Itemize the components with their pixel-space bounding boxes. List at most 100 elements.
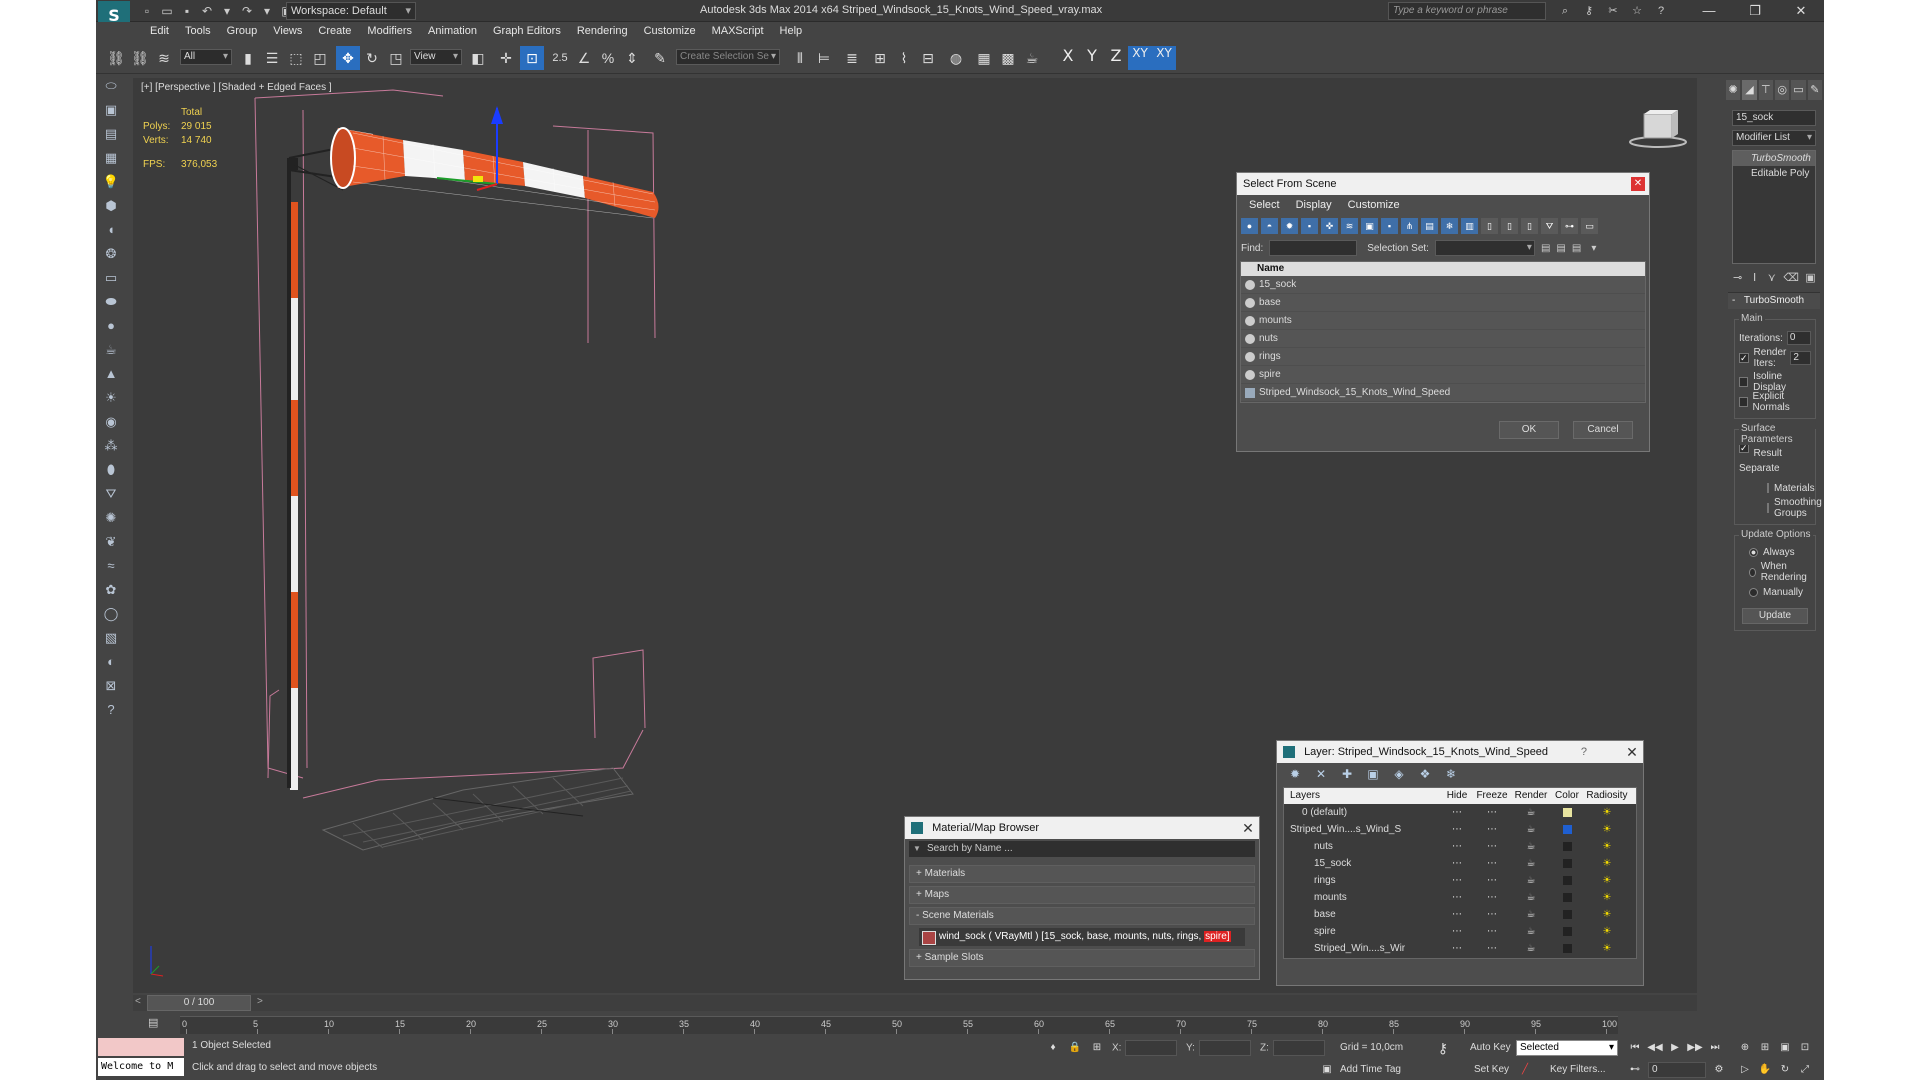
redo-icon[interactable]: ↷	[238, 2, 256, 20]
radiosity-icon[interactable]: ☀	[1584, 940, 1630, 957]
new-file-icon[interactable]: ▫	[138, 2, 156, 20]
display-none-icon[interactable]: ▯	[1501, 218, 1518, 234]
go-to-end-icon[interactable]: ⏭	[1706, 1040, 1724, 1056]
maxscript-mini-listener[interactable]: Welcome to M	[98, 1058, 184, 1076]
filter-icon[interactable]: ⛛	[1541, 218, 1558, 234]
separate-materials-checkbox[interactable]	[1767, 483, 1769, 493]
name-column-header[interactable]: Name	[1241, 262, 1645, 276]
modifier-list-dropdown[interactable]: Modifier List	[1732, 130, 1816, 146]
sel-set-edit-icon[interactable]: ▤	[1572, 243, 1581, 254]
axis-xy-cycle-button[interactable]: XY	[1152, 46, 1176, 70]
spinner-snap-icon[interactable]: ⇕	[620, 46, 644, 70]
scene-materials-section[interactable]: - Scene Materials	[909, 907, 1255, 925]
scene-list-item[interactable]: Striped_Windsock_15_Knots_Wind_Speed	[1241, 384, 1645, 402]
time-prev-icon[interactable]: <	[135, 996, 141, 1007]
camera-icon[interactable]: ⬢	[96, 194, 126, 218]
radiosity-icon[interactable]: ☀	[1584, 821, 1630, 838]
list-icon[interactable]: ▤	[96, 122, 126, 146]
display-cameras-icon[interactable]: ▪	[1301, 218, 1318, 234]
create-geometry-icon[interactable]: ⬭	[96, 74, 126, 98]
sphere-shapes-icon[interactable]: ❂	[96, 242, 126, 266]
schematic-view-icon[interactable]: ⊟	[916, 46, 940, 70]
radiosity-icon[interactable]: ☀	[1584, 906, 1630, 923]
materials-section[interactable]: + Materials	[909, 865, 1255, 883]
teapot-icon[interactable]: ☕	[1512, 889, 1550, 906]
menu-create[interactable]: Create	[310, 22, 359, 40]
radiosity-icon[interactable]: ☀	[1584, 838, 1630, 855]
layer-row[interactable]: 0 (default) ⋯ ⋯ ☕ ☀	[1284, 804, 1636, 821]
cancel-button[interactable]: Cancel	[1573, 421, 1633, 439]
time-slider[interactable]: 0 / 100	[147, 995, 251, 1011]
layer-freeze-toggle[interactable]: ⋯	[1472, 889, 1512, 906]
maximize-viewport-icon[interactable]: ⤢	[1796, 1062, 1814, 1078]
layer-freeze-toggle[interactable]: ⋯	[1472, 838, 1512, 855]
help-circle-icon[interactable]: ?	[96, 698, 126, 722]
go-to-start-icon[interactable]: ⏮	[1626, 1040, 1644, 1056]
isolate-icon[interactable]: ♦	[1044, 1040, 1062, 1056]
rendered-frame-window-icon[interactable]: ▩	[996, 46, 1020, 70]
update-button[interactable]: Update	[1742, 608, 1808, 624]
display-spacewarps-icon[interactable]: ≋	[1341, 218, 1358, 234]
help-icon[interactable]: ?	[1652, 2, 1670, 20]
layer-freeze-toggle[interactable]: ⋯	[1472, 906, 1512, 923]
col-layers[interactable]: Layers	[1284, 788, 1442, 804]
select-object-icon[interactable]: ▮	[236, 46, 260, 70]
update-when-rendering-radio[interactable]	[1749, 567, 1756, 577]
material-browser-close-icon[interactable]: ✕	[1241, 821, 1255, 835]
display-xrefs-icon[interactable]: ▪	[1381, 218, 1398, 234]
sphere-icon[interactable]: ●	[96, 314, 126, 338]
previous-frame-icon[interactable]: ◀◀	[1646, 1040, 1664, 1056]
layer-hide-toggle[interactable]: ⋯	[1442, 872, 1472, 889]
rect-selection-icon[interactable]: ⬚	[284, 46, 308, 70]
environment-icon[interactable]: ◐	[96, 650, 126, 674]
key-selection-dropdown[interactable]: Selected	[1516, 1040, 1618, 1056]
menu-help[interactable]: Help	[772, 22, 811, 40]
zoom-all-icon[interactable]: ⊞	[1756, 1040, 1774, 1056]
reference-coord-dropdown[interactable]: View	[410, 49, 462, 65]
layer-row[interactable]: Striped_Win....s_Wir ⋯ ⋯ ☕ ☀	[1284, 940, 1636, 957]
menu-tools[interactable]: Tools	[177, 22, 219, 40]
material-editor-icon[interactable]: ◍	[944, 46, 968, 70]
rollout-header[interactable]: TurboSmooth	[1728, 293, 1820, 309]
layer-hide-toggle[interactable]: ⋯	[1442, 923, 1472, 940]
create-tab-icon[interactable]: ✺	[1726, 80, 1741, 100]
select-by-name-icon[interactable]: ☰	[260, 46, 284, 70]
display-helpers-icon[interactable]: ✜	[1321, 218, 1338, 234]
display-frozen-icon[interactable]: ❄	[1441, 218, 1458, 234]
zoom-icon[interactable]: ⊕	[1736, 1040, 1754, 1056]
orbit-icon[interactable]: ↻	[1776, 1062, 1794, 1078]
percent-snap-icon[interactable]: %	[596, 46, 620, 70]
layer-color-swatch[interactable]	[1562, 892, 1572, 902]
bind-space-warp-icon[interactable]: ≋	[152, 46, 176, 70]
scene-list-item[interactable]: nuts	[1241, 330, 1645, 348]
radiosity-icon[interactable]: ☀	[1584, 804, 1630, 821]
teapot-icon[interactable]: ☕	[1512, 940, 1550, 957]
layer-help-icon[interactable]: ?	[1581, 741, 1587, 763]
material-search-input[interactable]: Search by Name ...	[909, 841, 1255, 857]
delete-layer-icon[interactable]: ✕	[1313, 766, 1329, 782]
select-from-scene-close-icon[interactable]: ✕	[1631, 177, 1645, 191]
utilities-icon[interactable]: ⊠	[96, 674, 126, 698]
menu-edit[interactable]: Edit	[142, 22, 177, 40]
mini-curve-editor-icon[interactable]: ▤	[148, 1016, 158, 1029]
freeze-all-layers-icon[interactable]: ❄	[1443, 766, 1459, 782]
edit-named-selection-icon[interactable]: ✎	[648, 46, 672, 70]
teapot-icon[interactable]: ☕	[1512, 923, 1550, 940]
auto-key-button[interactable]: Auto Key	[1470, 1042, 1511, 1053]
globe-icon[interactable]: ◉	[96, 410, 126, 434]
layer-color-swatch[interactable]	[1562, 909, 1572, 919]
scene-list-item[interactable]: spire	[1241, 366, 1645, 384]
frame-ruler[interactable]: 0 5 10 15 20 25 30 35 40 45 50 55 60 65 70 75 80 85 90 95 10…	[180, 1016, 1618, 1034]
layer-freeze-toggle[interactable]: ⋯	[1472, 855, 1512, 872]
update-manually-radio[interactable]	[1749, 587, 1758, 597]
layer-dialog-close-icon[interactable]: ✕	[1625, 745, 1639, 759]
col-hide[interactable]: Hide	[1442, 788, 1472, 804]
scene-list-item[interactable]: base	[1241, 294, 1645, 312]
layer-hide-toggle[interactable]: ⋯	[1442, 906, 1472, 923]
zoom-extents-all-icon[interactable]: ⊡	[1796, 1040, 1814, 1056]
hide-all-layers-icon[interactable]: ❖	[1417, 766, 1433, 782]
render-production-icon[interactable]: ☕	[1020, 46, 1044, 70]
layer-freeze-toggle[interactable]: ⋯	[1472, 821, 1512, 838]
menu-modifiers[interactable]: Modifiers	[359, 22, 420, 40]
sel-set-remove-icon[interactable]: ▤	[1556, 243, 1565, 254]
